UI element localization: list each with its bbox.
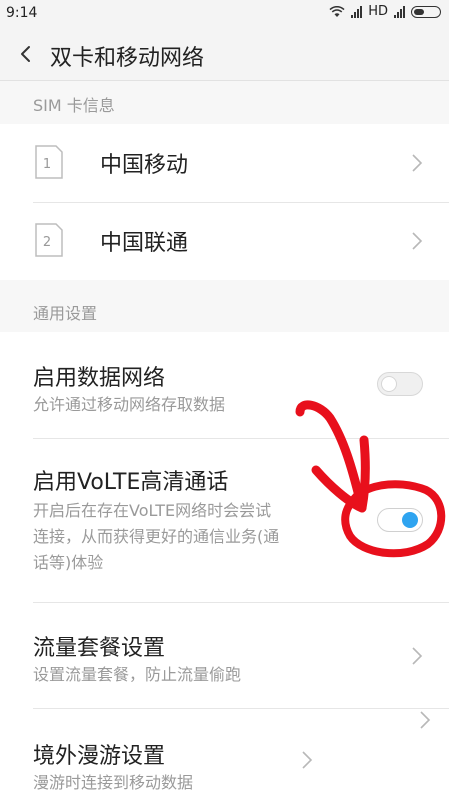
- setting-description-line-3: 话等)体验: [33, 553, 104, 572]
- toggle-knob: [402, 512, 418, 528]
- status-icons: HD: [329, 4, 441, 19]
- chevron-right-icon: [412, 232, 423, 250]
- sim-card-row-1[interactable]: 1 中国移动: [0, 124, 449, 202]
- general-settings-list: 启用数据网络 允许通过移动网络存取数据 启用VoLTE高清通话 开启后在存在Vo…: [0, 332, 449, 800]
- signal-icon: [351, 5, 363, 18]
- signal-icon-2: [394, 5, 405, 18]
- setting-row-mobile-data[interactable]: 启用数据网络 允许通过移动网络存取数据: [0, 332, 449, 438]
- screen: 9:14 HD 双卡和移动网络 SIM 卡信息 1 中国移动 2 中国联通 通用…: [0, 0, 449, 800]
- setting-description-line-1: 开启后在存在VoLTE网络时会尝试: [33, 501, 272, 520]
- setting-title: 境外漫游设置: [33, 744, 166, 769]
- chevron-right-icon: [412, 647, 423, 665]
- setting-description: 允许通过移动网络存取数据: [33, 395, 226, 414]
- sim-card-icon: 1: [35, 145, 63, 179]
- sim-section-header: SIM 卡信息: [33, 96, 115, 115]
- sim-card-row-2[interactable]: 2 中国联通: [0, 202, 449, 280]
- network-type-label: HD: [368, 4, 388, 19]
- chevron-left-icon[interactable]: [12, 40, 40, 68]
- battery-icon: [411, 5, 441, 18]
- sim-card-icon: 2: [35, 223, 63, 257]
- chevron-right-icon: [420, 711, 431, 729]
- chevron-right-icon: [302, 751, 313, 769]
- mobile-data-toggle[interactable]: [377, 372, 423, 396]
- toggle-knob: [381, 376, 397, 392]
- app-header: 双卡和移动网络: [0, 28, 449, 81]
- sim-card-list: 1 中国移动 2 中国联通: [0, 124, 449, 280]
- setting-description: 设置流量套餐，防止流量偷跑: [33, 665, 242, 684]
- status-time: 9:14: [6, 5, 38, 21]
- setting-row-volte[interactable]: 启用VoLTE高清通话 开启后在存在VoLTE网络时会尝试 连接，从而获得更好的…: [0, 438, 449, 602]
- setting-title: 启用VoLTE高清通话: [33, 470, 229, 495]
- page-title: 双卡和移动网络: [50, 46, 205, 71]
- chevron-right-icon: [412, 154, 423, 172]
- volte-toggle[interactable]: [377, 508, 423, 532]
- setting-title: 启用数据网络: [33, 366, 166, 391]
- setting-description: 漫游时连接到移动数据: [33, 773, 194, 792]
- status-bar: 9:14 HD: [0, 0, 449, 28]
- setting-row-data-plan[interactable]: 流量套餐设置 设置流量套餐，防止流量偷跑: [0, 602, 449, 706]
- sim-card-name: 中国联通: [100, 231, 189, 256]
- general-section-header: 通用设置: [33, 304, 98, 323]
- sim-card-name: 中国移动: [100, 153, 189, 178]
- setting-description-line-2: 连接，从而获得更好的通信业务(通: [33, 527, 280, 546]
- wifi-icon: [329, 5, 345, 17]
- sim-slot-number: 1: [43, 157, 51, 172]
- setting-title: 流量套餐设置: [33, 636, 166, 661]
- sim-slot-number: 2: [43, 235, 51, 250]
- setting-row-roaming[interactable]: 境外漫游设置 漫游时连接到移动数据: [0, 708, 449, 800]
